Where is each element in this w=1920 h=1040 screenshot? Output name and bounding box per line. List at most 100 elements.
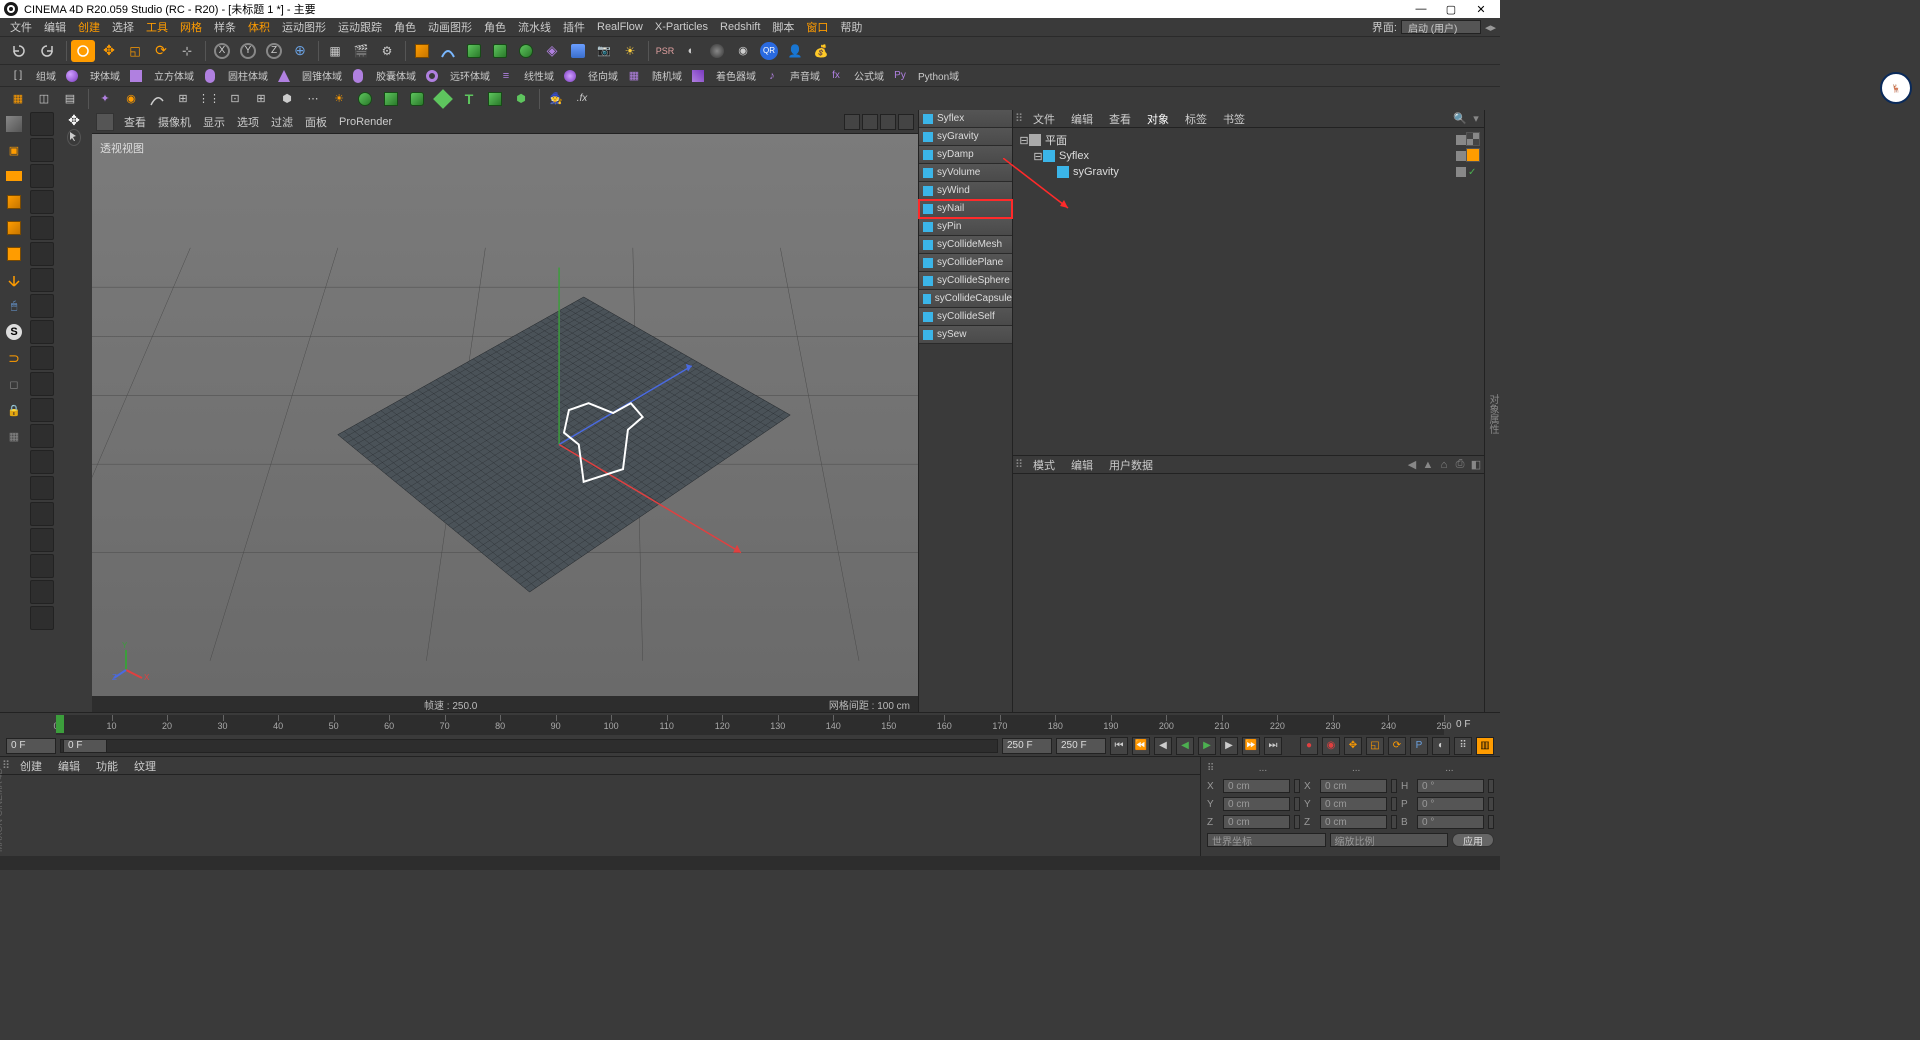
object-tree[interactable]: ⊟ 平面 ⊟ Syflex ✓ syGravity ✓: [1013, 128, 1484, 455]
mg-20[interactable]: ⬢: [509, 88, 533, 110]
menu-mograph[interactable]: 运动图形: [276, 19, 332, 35]
pc1-20[interactable]: [30, 606, 54, 630]
layout-caret-icon[interactable]: ◂▸: [1485, 21, 1496, 34]
size-y-field[interactable]: 0 cm: [1320, 797, 1387, 811]
pos-z-stepper[interactable]: [1294, 815, 1300, 829]
psr-button[interactable]: PSR: [653, 40, 677, 62]
frame-end-b-field[interactable]: 250 F: [1056, 738, 1106, 754]
expand-plane[interactable]: ⊟: [1019, 134, 1029, 147]
menu-file[interactable]: 文件: [4, 19, 38, 35]
dom-cylinder[interactable]: [198, 65, 222, 87]
pc1-7[interactable]: [30, 268, 54, 292]
size-z-field[interactable]: 0 cm: [1320, 815, 1387, 829]
x-axis-toggle[interactable]: X: [210, 40, 234, 62]
mg-16[interactable]: [405, 88, 429, 110]
next-key-button[interactable]: ⏩: [1242, 737, 1260, 755]
attr-nav-new[interactable]: ◧: [1469, 458, 1483, 472]
syflex-item-sywind[interactable]: syWind: [919, 182, 1012, 200]
key-scale-button[interactable]: ◱: [1366, 737, 1384, 755]
menu-select[interactable]: 选择: [106, 19, 140, 35]
pos-z-field[interactable]: 0 cm: [1223, 815, 1290, 829]
om-search-icon[interactable]: 🔍: [1453, 112, 1467, 126]
dom-sound[interactable]: ♪: [760, 65, 784, 87]
rot-b-stepper[interactable]: [1488, 815, 1494, 829]
tool-person[interactable]: 👤: [783, 40, 807, 62]
om-tab-bookmarks[interactable]: 书签: [1215, 111, 1253, 127]
right-vertical-strip[interactable]: 对象属性: [1484, 110, 1500, 712]
generator3-primitive[interactable]: [514, 40, 538, 62]
scale-tool[interactable]: ◱: [123, 40, 147, 62]
pc1-14[interactable]: [30, 450, 54, 474]
render-settings-button[interactable]: ⚙: [375, 40, 399, 62]
dom-cone[interactable]: [272, 65, 296, 87]
mg-11[interactable]: ⬢: [275, 88, 299, 110]
syflex-item-syflex[interactable]: Syflex: [919, 110, 1012, 128]
menu-animgraph[interactable]: 动画图形: [422, 19, 478, 35]
lt-grid[interactable]: ▦: [2, 424, 26, 448]
attr-tab-edit[interactable]: 编辑: [1063, 457, 1101, 473]
close-button[interactable]: ✕: [1466, 0, 1496, 18]
lt-obj2[interactable]: [2, 216, 26, 240]
live-select-tool[interactable]: [71, 40, 95, 62]
autokey-button[interactable]: ◉: [1322, 737, 1340, 755]
om-tab-edit[interactable]: 编辑: [1063, 111, 1101, 127]
mg-15[interactable]: [379, 88, 403, 110]
pos-x-field[interactable]: 0 cm: [1223, 779, 1290, 793]
dom-torus[interactable]: [420, 65, 444, 87]
pc1-12[interactable]: [30, 398, 54, 422]
om-tab-tags[interactable]: 标签: [1177, 111, 1215, 127]
rotate-tool[interactable]: ⟳: [149, 40, 173, 62]
menu-realflow[interactable]: RealFlow: [591, 21, 649, 33]
lt-magnet[interactable]: ⊃: [2, 346, 26, 370]
syflex-item-sysew[interactable]: sySew: [919, 326, 1012, 344]
light-primitive[interactable]: ☀: [618, 40, 642, 62]
pc1-13[interactable]: [30, 424, 54, 448]
menu-plugins[interactable]: 插件: [557, 19, 591, 35]
panel-grip-icon[interactable]: ⠿: [1013, 112, 1025, 125]
mat-tab-texture[interactable]: 纹理: [126, 758, 164, 774]
syflex-item-sycollidecapsule[interactable]: syCollideCapsule: [919, 290, 1012, 308]
generator-primitive[interactable]: [462, 40, 486, 62]
pc1-3[interactable]: [30, 164, 54, 188]
menu-spline[interactable]: 样条: [208, 19, 242, 35]
rot-p-field[interactable]: 0 °: [1417, 797, 1484, 811]
vt-options[interactable]: 选项: [231, 114, 265, 130]
dom-python[interactable]: Py: [888, 65, 912, 87]
size-x-stepper[interactable]: [1391, 779, 1397, 793]
menu-pipeline[interactable]: 流水线: [512, 19, 557, 35]
generator2-primitive[interactable]: [488, 40, 512, 62]
expand-syflex[interactable]: ⊟: [1033, 150, 1043, 163]
pc1-4[interactable]: [30, 190, 54, 214]
mg-06[interactable]: [145, 88, 169, 110]
play-fwd-button[interactable]: ▶: [1198, 737, 1216, 755]
size-x-field[interactable]: 0 cm: [1320, 779, 1387, 793]
mat-tab-edit[interactable]: 编辑: [50, 758, 88, 774]
range-slider[interactable]: 0 F: [60, 739, 998, 753]
syflex-item-synail[interactable]: syNail: [919, 200, 1012, 218]
z-axis-toggle[interactable]: Z: [262, 40, 286, 62]
vt-camera[interactable]: 摄像机: [152, 114, 197, 130]
render-pv-button[interactable]: 🎬: [349, 40, 373, 62]
syflex-item-sycollideself[interactable]: syCollideSelf: [919, 308, 1012, 326]
mg-02[interactable]: ◫: [32, 88, 56, 110]
frame-start-field[interactable]: 0 F: [6, 738, 56, 754]
lt-lock[interactable]: 🔒: [2, 398, 26, 422]
om-tab-object[interactable]: 对象: [1139, 111, 1177, 127]
syflex-item-sycollidemesh[interactable]: syCollideMesh: [919, 236, 1012, 254]
vt-nav3[interactable]: [880, 114, 896, 130]
rot-p-stepper[interactable]: [1488, 797, 1494, 811]
attr-grip-icon[interactable]: ⠿: [1013, 458, 1025, 471]
camera-primitive[interactable]: 📷: [592, 40, 616, 62]
vt-nav1[interactable]: [844, 114, 860, 130]
menu-mesh[interactable]: 网格: [174, 19, 208, 35]
coord-apply-button[interactable]: 应用: [1452, 833, 1494, 847]
lt-plane[interactable]: [2, 164, 26, 188]
attr-nav-prev[interactable]: ◀: [1405, 458, 1419, 472]
tag-2[interactable]: [1466, 148, 1480, 162]
maximize-button[interactable]: ▢: [1436, 0, 1466, 18]
om-filter-icon[interactable]: ▾: [1469, 112, 1483, 126]
prev-frame-button[interactable]: ◀: [1154, 737, 1172, 755]
mg-04[interactable]: ✦: [93, 88, 117, 110]
lt-poly[interactable]: ▣: [2, 138, 26, 162]
pc1-5[interactable]: [30, 216, 54, 240]
